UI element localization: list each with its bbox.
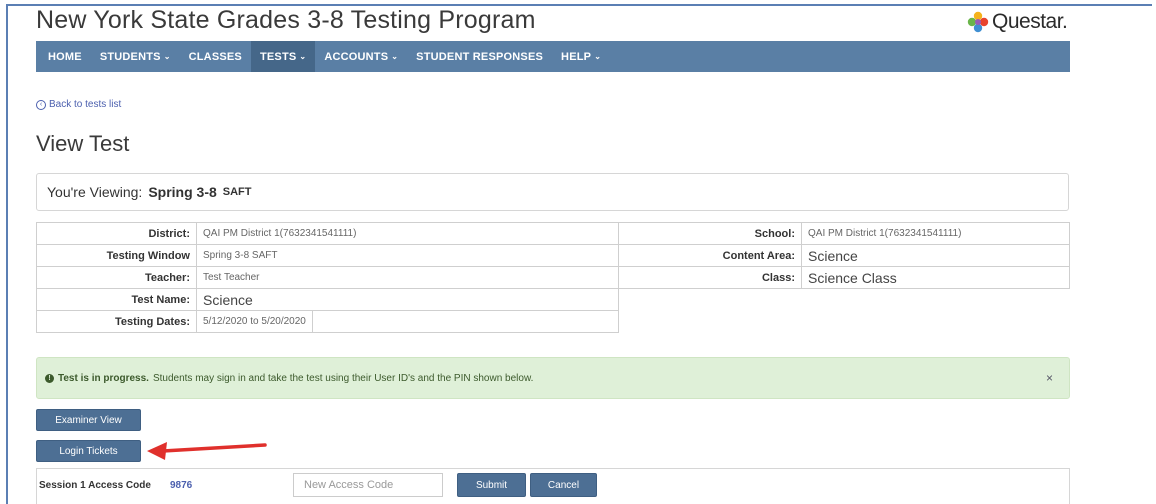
teacher-value: Test Teacher	[196, 266, 619, 289]
class-value: Science Class	[801, 266, 1070, 289]
nav-item-student-responses[interactable]: STUDENT RESPONSES	[407, 41, 552, 72]
page-title: View Test	[36, 131, 130, 156]
session-access-row: Session 1 Access Code 9876 Submit Cancel	[36, 468, 1070, 504]
table-row: Test Name: Science	[36, 288, 1070, 311]
viewing-sub: SAFT	[222, 186, 252, 198]
session-label: Session 1 Access Code	[39, 480, 151, 491]
school-value: QAI PM District 1(7632341541111)	[801, 222, 1070, 245]
empty-cell	[618, 288, 1070, 311]
nav-item-label: CLASSES	[188, 50, 242, 63]
red-arrow-annotation	[147, 442, 267, 460]
testing-dates-cell: 5/12/2020 to 5/20/2020	[196, 310, 619, 333]
nav-item-label: HOME	[48, 50, 82, 63]
main-navbar: HOME STUDENTS ⌄ CLASSES TESTS ⌄ ACCOUNTS ⌄ STUDE…	[36, 41, 1070, 72]
nav-item-label: HELP	[561, 50, 592, 63]
alert-title: Test is in progress.	[58, 372, 149, 384]
district-label: District:	[36, 222, 197, 245]
class-label: Class:	[618, 266, 802, 289]
testing-window-label: Testing Window	[36, 244, 197, 267]
session-access-code[interactable]: 9876	[170, 480, 192, 491]
test-name-label: Test Name:	[36, 288, 197, 311]
nav-item-students[interactable]: STUDENTS ⌄	[91, 41, 180, 72]
brand-logo: Questar.	[967, 9, 1068, 35]
table-row: Testing Dates: 5/12/2020 to 5/20/2020	[36, 310, 1070, 333]
chevron-down-icon: ⌄	[163, 52, 171, 61]
empty-cell	[619, 311, 1070, 333]
in-progress-alert: ! Test is in progress. Students may sign…	[36, 357, 1070, 399]
table-row: District: QAI PM District 1(763234154111…	[36, 222, 1070, 245]
test-name-value: Science	[196, 288, 619, 311]
content-area-label: Content Area:	[618, 244, 802, 267]
school-label: School:	[618, 222, 802, 245]
testing-window-value: Spring 3-8 SAFT	[196, 244, 619, 267]
examiner-view-button[interactable]: Examiner View	[36, 409, 141, 431]
viewing-label: You're Viewing:	[47, 184, 143, 200]
nav-item-label: STUDENTS	[99, 50, 161, 63]
back-to-tests-link[interactable]: ‹ Back to tests list	[36, 99, 121, 110]
table-row: Testing Window Spring 3-8 SAFT Content A…	[36, 244, 1070, 267]
nav-item-home[interactable]: HOME	[36, 41, 91, 72]
nav-item-tests[interactable]: TESTS ⌄	[250, 41, 316, 72]
close-icon[interactable]: ×	[1046, 371, 1053, 385]
nav-item-accounts[interactable]: ACCOUNTS ⌄	[315, 41, 407, 72]
viewing-value: Spring 3-8	[148, 184, 217, 200]
back-link-label: Back to tests list	[49, 99, 122, 110]
cancel-button[interactable]: Cancel	[530, 473, 597, 497]
district-value: QAI PM District 1(7632341541111)	[196, 222, 619, 245]
nav-item-label: TESTS	[259, 50, 297, 63]
app-title: New York State Grades 3-8 Testing Progra…	[36, 6, 536, 34]
alert-message: Students may sign in and take the test u…	[152, 372, 534, 384]
nav-item-label: ACCOUNTS	[324, 50, 389, 63]
chevron-down-icon: ⌄	[391, 52, 399, 61]
chevron-down-icon: ⌄	[299, 52, 307, 61]
nav-item-classes[interactable]: CLASSES	[180, 41, 251, 72]
viewing-banner: You're Viewing: Spring 3-8 SAFT	[36, 173, 1069, 211]
info-exclamation-icon: !	[45, 373, 54, 383]
circle-arrow-left-icon: ‹	[36, 99, 46, 110]
testing-dates-value: 5/12/2020 to 5/20/2020	[197, 311, 313, 332]
new-access-code-input[interactable]	[293, 473, 443, 497]
nav-item-label: STUDENT RESPONSES	[416, 50, 544, 63]
chevron-down-icon: ⌄	[594, 52, 602, 61]
login-tickets-button[interactable]: Login Tickets	[36, 440, 141, 462]
teacher-label: Teacher:	[36, 266, 197, 289]
nav-item-help[interactable]: HELP ⌄	[552, 41, 610, 72]
brand-name: Questar.	[992, 10, 1068, 33]
table-row: Teacher: Test Teacher Class: Science Cla…	[36, 266, 1070, 289]
content-area-value: Science	[801, 244, 1070, 267]
submit-button[interactable]: Submit	[457, 473, 526, 497]
test-info-table: District: QAI PM District 1(763234154111…	[36, 222, 1070, 333]
questar-flower-icon	[967, 11, 989, 33]
testing-dates-label: Testing Dates:	[36, 310, 197, 333]
